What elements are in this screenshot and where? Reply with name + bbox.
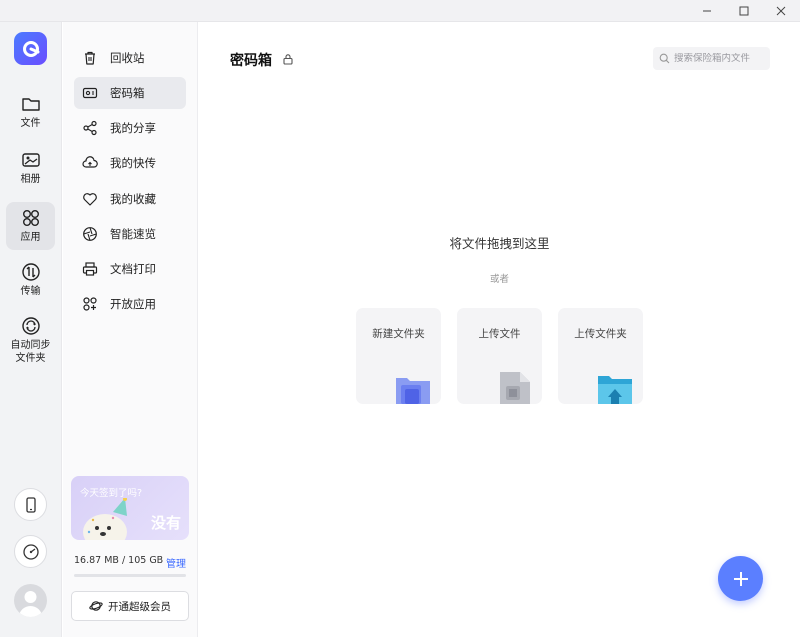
new-folder-card[interactable]: 新建文件夹 [356, 308, 441, 404]
maximize-icon[interactable] [727, 0, 761, 22]
or-separator: 或者 [489, 274, 509, 285]
sidebar-item-print[interactable]: 文档打印 [74, 253, 186, 285]
sidebar-item-label: 我的收藏 [110, 192, 156, 206]
rail-item-label: 文件 [20, 118, 41, 129]
sidebar-item-open-apps[interactable]: 开放应用 [74, 288, 186, 320]
rail-item-label: 相册 [20, 174, 41, 185]
upload-file-icon [500, 372, 530, 404]
title-bar [0, 0, 800, 22]
sync-icon [21, 316, 40, 335]
folder-icon [21, 98, 40, 111]
checkin-promo-card[interactable]: 今天签到了吗? 没有 [71, 476, 189, 540]
main-panel: 密码箱 将文件拖拽到这里 或者 新建文件夹 上传文件 上传文件夹 [199, 22, 800, 637]
rail-item-files[interactable]: 文件 [6, 88, 55, 136]
sidebar-item-label: 我的分享 [110, 121, 156, 135]
open-vip-button[interactable]: 开通超级会员 [71, 591, 189, 621]
cloud-upload-icon [82, 156, 98, 168]
page-title: 密码箱 [230, 53, 272, 69]
plus-icon [733, 571, 748, 586]
sidebar: 回收站 密码箱 我的分享 我的快传 我的收藏 智能速览 文档打印 开放应用 今天… [63, 22, 198, 637]
mascot-illustration [83, 498, 127, 540]
lock-icon [283, 54, 293, 65]
rail-item-label: 自动同步 文件夹 [10, 339, 51, 364]
minimize-icon[interactable] [690, 0, 724, 22]
upload-file-card[interactable]: 上传文件 [457, 308, 542, 404]
phone-button[interactable] [14, 488, 47, 521]
grid-icon [83, 297, 97, 311]
phone-icon [25, 496, 36, 513]
add-fab-button[interactable] [718, 556, 763, 601]
storage-progress-bar [74, 574, 186, 577]
rail-item-transfer[interactable]: 传输 [6, 256, 55, 304]
new-folder-icon [396, 378, 430, 404]
sidebar-item-smart-preview[interactable]: 智能速览 [74, 218, 186, 250]
dashboard-icon [22, 543, 39, 560]
sidebar-item-label: 开放应用 [110, 297, 156, 311]
share-icon [83, 120, 97, 136]
apps-icon [22, 210, 39, 226]
card-label: 上传文件夹 [574, 328, 627, 340]
promo-answer: 没有 [150, 514, 181, 532]
sidebar-item-quick-transfer[interactable]: 我的快传 [74, 147, 186, 179]
sidebar-item-label: 回收站 [110, 51, 145, 65]
aperture-icon [83, 227, 97, 241]
rail-item-autosync[interactable]: 自动同步 文件夹 [6, 312, 55, 368]
rail-item-label: 应用 [20, 232, 41, 243]
transfer-icon [21, 263, 40, 281]
photo-icon [21, 153, 40, 167]
app-rail: 文件 相册 应用 传输 自动同步 文件夹 [0, 22, 62, 637]
avatar[interactable] [14, 584, 47, 617]
safe-icon [82, 87, 98, 99]
card-label: 上传文件 [478, 328, 521, 340]
sidebar-item-favorites[interactable]: 我的收藏 [74, 183, 186, 215]
storage-usage-text: 16.87 MB / 105 GB [74, 555, 164, 566]
drop-zone-hint: 将文件拖拽到这里 [449, 236, 550, 251]
close-icon[interactable] [764, 0, 798, 22]
planet-icon [89, 601, 103, 611]
card-label: 新建文件夹 [372, 328, 425, 340]
rail-item-apps[interactable]: 应用 [6, 202, 55, 250]
rail-item-photos[interactable]: 相册 [6, 144, 55, 192]
trash-icon [85, 51, 95, 65]
dashboard-button[interactable] [14, 535, 47, 568]
upload-folder-card[interactable]: 上传文件夹 [558, 308, 643, 404]
sidebar-item-label: 文档打印 [110, 262, 156, 276]
sidebar-item-share[interactable]: 我的分享 [74, 112, 186, 144]
sidebar-item-label: 密码箱 [110, 86, 145, 100]
manage-storage-link[interactable]: 管理 [166, 555, 186, 570]
app-logo [14, 32, 47, 65]
printer-icon [82, 262, 98, 276]
rail-item-label: 传输 [20, 286, 41, 297]
search-icon [659, 53, 670, 64]
open-vip-label: 开通超级会员 [108, 600, 171, 613]
heart-icon [83, 193, 97, 206]
sidebar-item-label: 我的快传 [110, 156, 156, 170]
upload-folder-icon [598, 376, 632, 404]
sidebar-item-safe[interactable]: 密码箱 [74, 77, 186, 109]
promo-question: 今天签到了吗? [80, 488, 143, 499]
search-input[interactable] [674, 53, 764, 64]
search-box[interactable] [653, 47, 770, 70]
sidebar-item-label: 智能速览 [110, 227, 156, 241]
sidebar-item-trash[interactable]: 回收站 [74, 42, 186, 74]
